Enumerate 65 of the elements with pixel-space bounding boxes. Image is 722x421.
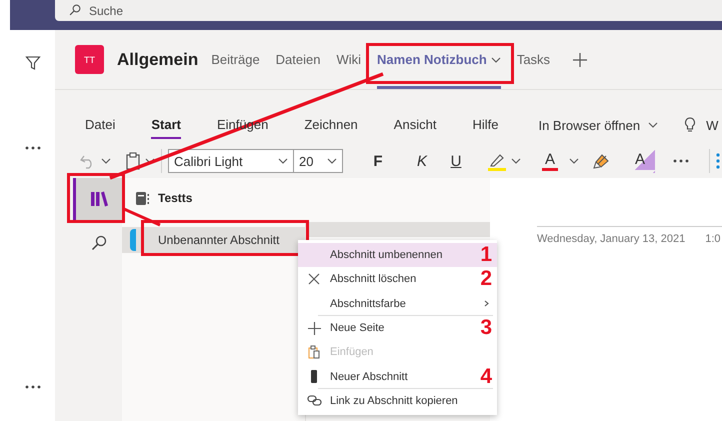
caret-icon bbox=[511, 158, 521, 164]
callout-number: 3 bbox=[480, 318, 492, 338]
ribbon-tab[interactable]: Hilfe bbox=[472, 111, 498, 139]
close-icon bbox=[308, 273, 320, 286]
notebook-title: Testts bbox=[158, 191, 192, 205]
plus-icon bbox=[308, 322, 320, 335]
underline-button[interactable]: U bbox=[441, 150, 471, 172]
more-vertical-icon[interactable] bbox=[716, 152, 720, 170]
more-icon[interactable] bbox=[24, 146, 40, 150]
notebooks-icon bbox=[90, 191, 108, 207]
caret-icon bbox=[327, 158, 337, 164]
menu-item[interactable]: Abschnittsfarbe bbox=[298, 292, 497, 316]
search-icon bbox=[91, 235, 107, 251]
section-icon bbox=[311, 370, 317, 384]
channel-tab[interactable]: Namen Notizbuch bbox=[372, 30, 506, 89]
clipboard-icon[interactable] bbox=[125, 152, 141, 170]
section-item[interactable]: Unbenannter Abschnitt bbox=[122, 227, 305, 253]
bold-button[interactable]: F bbox=[363, 150, 393, 172]
page-time: 1:0 bbox=[705, 233, 720, 245]
link-icon bbox=[306, 395, 322, 406]
search-icon bbox=[69, 4, 81, 16]
callout-number: 1 bbox=[480, 245, 492, 266]
open-in-browser-button[interactable]: In Browser öffnen bbox=[538, 118, 658, 132]
ribbon-tab[interactable]: Start bbox=[151, 111, 181, 139]
more-options-icon[interactable] bbox=[673, 159, 689, 163]
filter-icon[interactable] bbox=[24, 55, 40, 71]
channel-tab[interactable]: Beiträge bbox=[206, 30, 265, 89]
menu-item[interactable]: Neuer Abschnitt 4 bbox=[298, 364, 497, 389]
channel-tab[interactable]: Wiki bbox=[331, 30, 366, 89]
annotation-line bbox=[123, 208, 161, 226]
menu-item[interactable]: Neue Seite 3 bbox=[298, 316, 497, 340]
caret-icon bbox=[278, 158, 288, 164]
caret-icon bbox=[648, 122, 658, 128]
italic-button[interactable]: K bbox=[407, 150, 437, 172]
lightbulb-icon[interactable] bbox=[684, 117, 696, 133]
font-color-button[interactable]: A bbox=[535, 150, 565, 172]
callout-number: 2 bbox=[480, 269, 492, 290]
add-tab-icon[interactable] bbox=[573, 52, 588, 66]
callout-number: 4 bbox=[480, 366, 492, 387]
more-icon[interactable] bbox=[24, 385, 40, 389]
paintbrush-icon[interactable] bbox=[593, 152, 611, 170]
nav-button[interactable] bbox=[73, 178, 122, 220]
menu-item[interactable]: Abschnitt löschen 2 bbox=[298, 267, 497, 292]
page-date: Wednesday, January 13, 2021 bbox=[537, 233, 686, 245]
font-size-select[interactable]: 20 bbox=[294, 149, 343, 173]
search-field[interactable]: Suche bbox=[55, 0, 722, 21]
caret-icon bbox=[569, 158, 579, 164]
channel-tab[interactable]: Tasks bbox=[512, 30, 556, 89]
menu-item[interactable]: Abschnitt umbenennen 1 bbox=[298, 243, 497, 268]
notebook-icon bbox=[135, 190, 150, 206]
clipboard-icon bbox=[308, 345, 320, 360]
tell-me-field[interactable]: W bbox=[706, 118, 718, 132]
caret-icon bbox=[101, 158, 111, 164]
caret-icon bbox=[145, 158, 155, 164]
caret-icon bbox=[490, 56, 501, 62]
font-select[interactable]: Calibri Light bbox=[168, 149, 294, 173]
chevron-right-icon bbox=[484, 300, 489, 308]
channel-tab[interactable]: Dateien bbox=[270, 30, 326, 89]
team-avatar: TT bbox=[75, 45, 104, 74]
highlight-frame bbox=[67, 173, 125, 223]
channel-title: Allgemein bbox=[117, 50, 198, 70]
menu-item[interactable]: Link zu Abschnitt kopieren bbox=[298, 388, 497, 414]
ribbon-tab[interactable]: Ansicht bbox=[394, 111, 436, 139]
ribbon-tab[interactable]: Datei bbox=[85, 111, 116, 139]
ribbon-tab[interactable]: Zeichnen bbox=[304, 111, 358, 139]
